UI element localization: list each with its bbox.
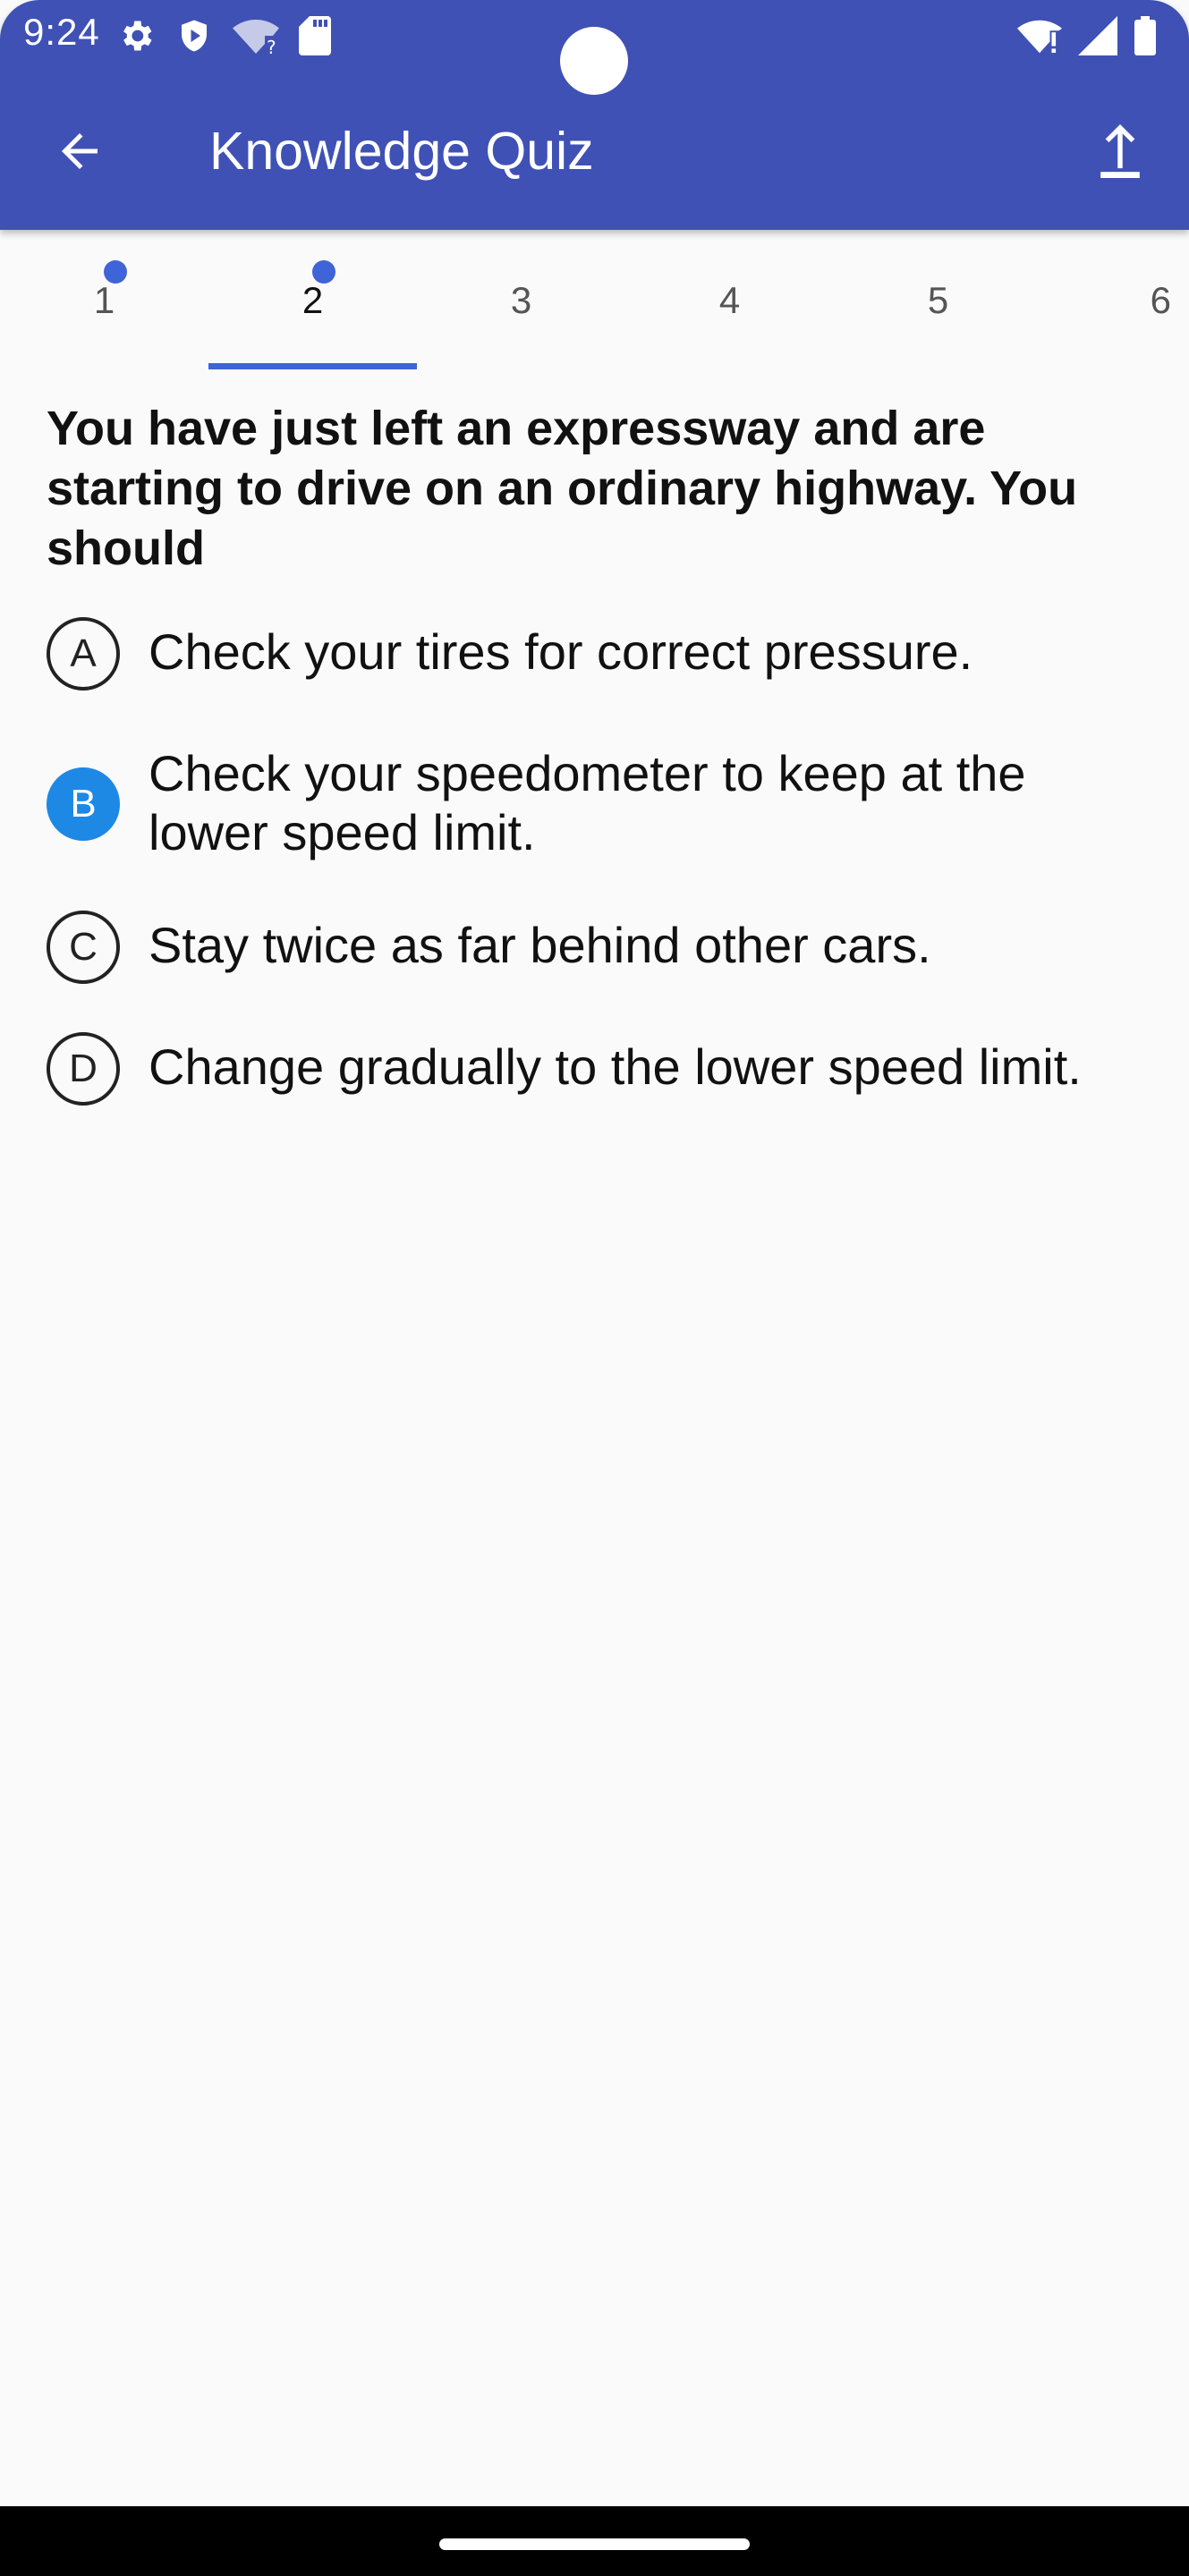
tab-label: 4 [718, 279, 741, 321]
active-tab-indicator [208, 363, 417, 369]
tab-label: 2 [301, 279, 324, 321]
option-letter-badge-selected: B [47, 767, 120, 841]
option-d[interactable]: D Change gradually to the lower speed li… [47, 1032, 1174, 1106]
answered-dot [312, 260, 335, 284]
answer-options: A Check your tires for correct pressure.… [47, 617, 1174, 1154]
status-time: 9:24 [23, 11, 100, 53]
battery-icon [1134, 16, 1156, 55]
app-bar: 9:24 ? Knowledge Quiz [0, 0, 1189, 230]
shield-icon [182, 20, 207, 52]
tab-label: 3 [510, 279, 532, 321]
back-button[interactable] [47, 118, 113, 184]
system-nav-bar [0, 2506, 1189, 2576]
question-tabs: 1 2 3 4 5 6 [0, 230, 1189, 369]
upload-icon [1100, 124, 1140, 178]
svg-text:?: ? [267, 37, 276, 55]
settings-icon [123, 21, 152, 51]
tab-label: 5 [927, 279, 949, 321]
quiz-screen: 9:24 ? Knowledge Quiz 1 2 3 4 5 6 You ha… [0, 0, 1189, 2576]
option-text: Check your tires for correct pressure. [149, 623, 973, 680]
answered-dot [104, 260, 127, 284]
option-letter-badge: D [47, 1032, 120, 1106]
tab-question-4[interactable]: 4 [625, 230, 834, 369]
option-letter-badge: A [47, 617, 120, 691]
wifi-alert-icon [1017, 20, 1062, 54]
sd-card-icon [299, 16, 331, 55]
option-a[interactable]: A Check your tires for correct pressure. [47, 617, 1174, 691]
tab-label: 6 [1150, 279, 1171, 321]
arrow-back-icon [62, 133, 98, 169]
signal-icon [1078, 16, 1117, 55]
tab-question-3[interactable]: 3 [417, 230, 625, 369]
option-text: Stay twice as far behind other cars. [149, 917, 931, 973]
option-letter-badge: C [47, 911, 120, 984]
page-title: Knowledge Quiz [209, 122, 594, 181]
tab-label: 1 [93, 279, 115, 321]
tab-question-1[interactable]: 1 [0, 230, 208, 369]
tab-question-6[interactable]: 6 [1040, 230, 1189, 369]
tab-question-5[interactable]: 5 [834, 230, 1042, 369]
camera-cutout [560, 27, 628, 95]
option-b[interactable]: B Check your speedometer to keep at the … [47, 739, 1174, 862]
share-button[interactable] [1087, 118, 1153, 184]
tab-question-2[interactable]: 2 [208, 230, 417, 369]
option-c[interactable]: C Stay twice as far behind other cars. [47, 911, 1174, 984]
option-text: Check your speedometer to keep at the lo… [149, 745, 1026, 860]
wifi-unknown-icon: ? [233, 20, 279, 55]
option-text: Change gradually to the lower speed limi… [149, 1038, 1082, 1095]
question-text: You have just left an expressway and are… [47, 402, 1078, 575]
home-gesture-handle[interactable] [439, 2538, 750, 2550]
